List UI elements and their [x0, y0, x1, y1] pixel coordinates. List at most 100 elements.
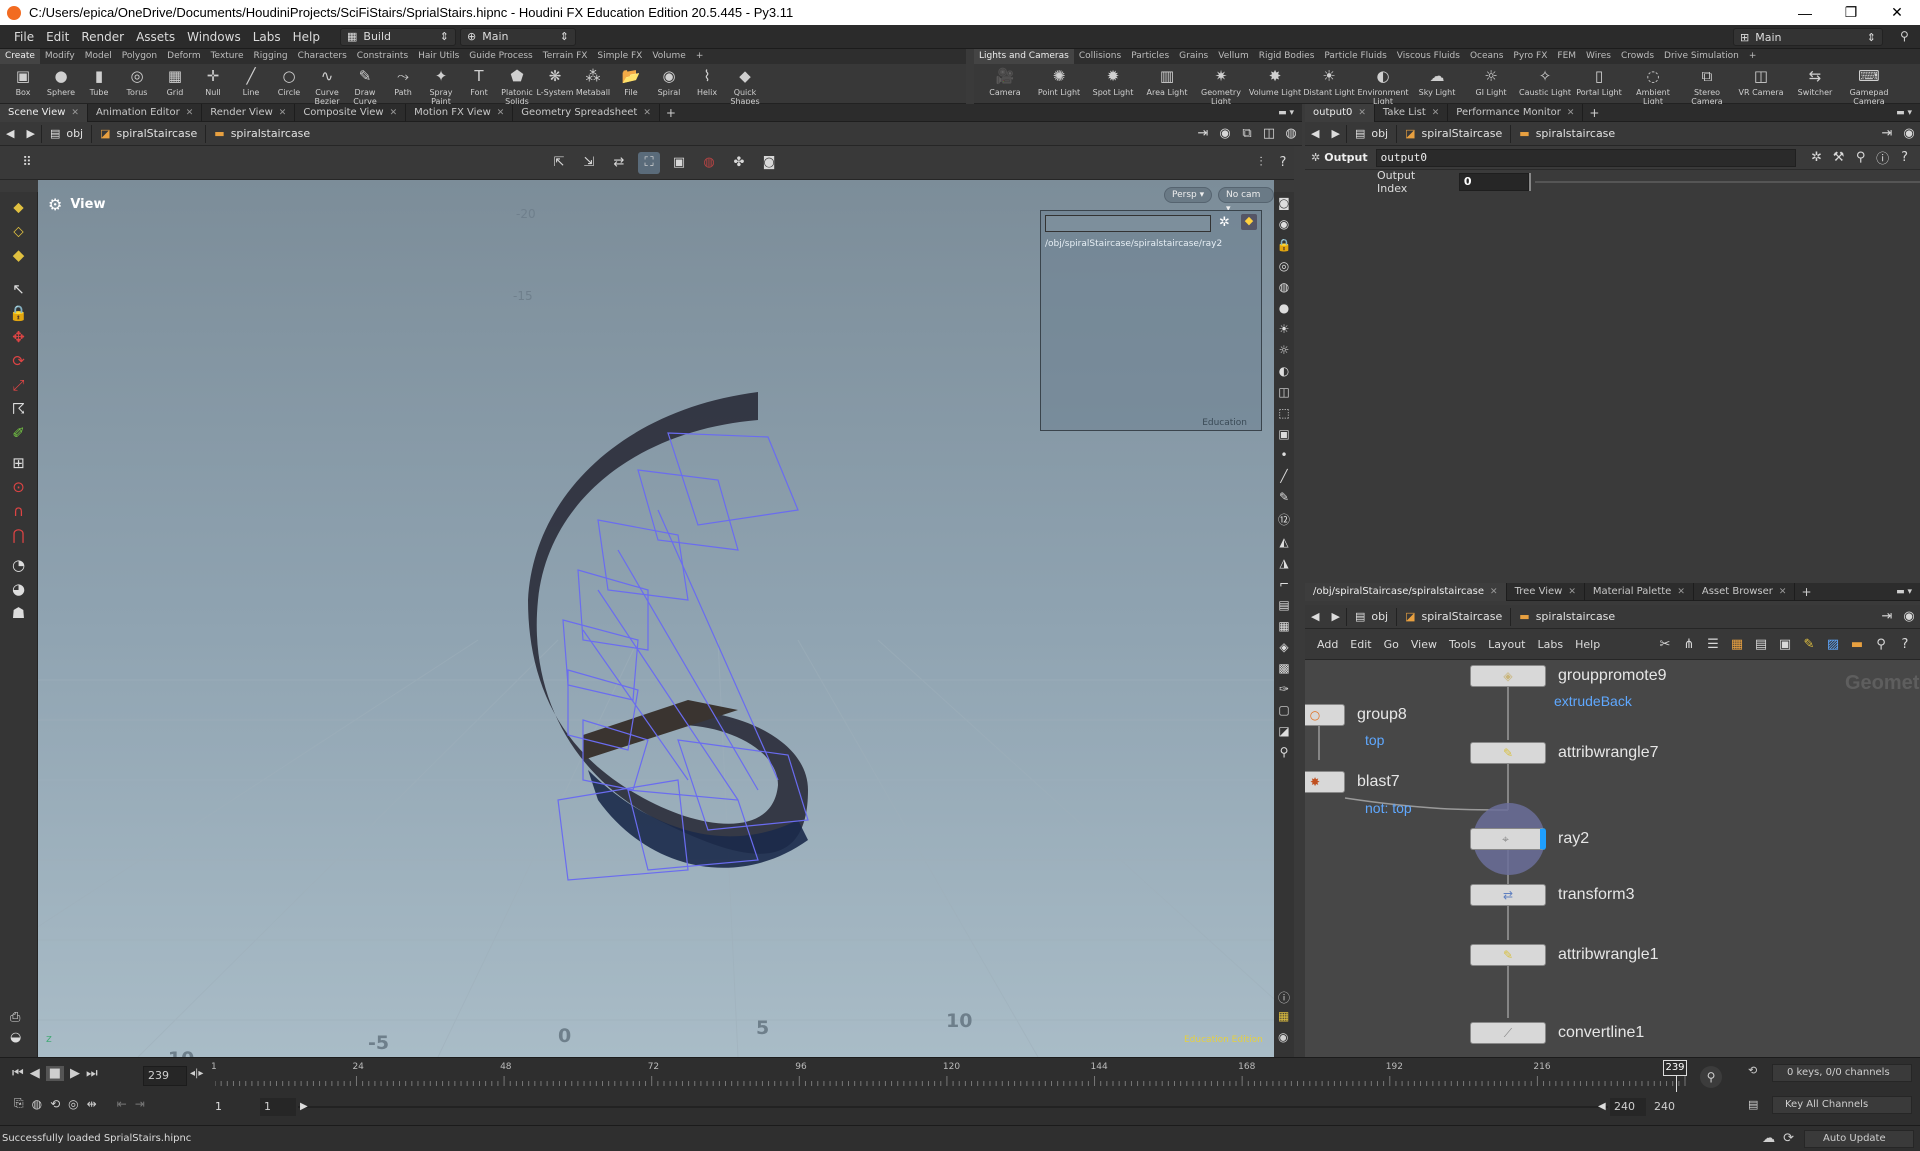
- tool-l-system[interactable]: ❋ L-System: [536, 66, 574, 106]
- camera-menu-icon[interactable]: ⚙: [48, 195, 62, 214]
- refresh-icon[interactable]: ⟳: [1783, 1131, 1794, 1146]
- point-icon[interactable]: •: [1280, 448, 1287, 462]
- cloud-icon[interactable]: ☁: [1762, 1131, 1775, 1146]
- flipbook-icon[interactable]: ⎙: [10, 1010, 20, 1025]
- audio-toggle-icon[interactable]: ◍: [32, 1097, 42, 1111]
- camera-tool-icon[interactable]: ◕: [12, 580, 25, 598]
- brush-icon[interactable]: ✎: [1279, 490, 1289, 504]
- shelf-tab-pyro-fx[interactable]: Pyro FX: [1508, 49, 1552, 64]
- tool-torus[interactable]: ◎ Torus: [118, 66, 156, 106]
- node-convertline1[interactable]: ⟋ convertline1: [1470, 1022, 1644, 1044]
- folder-icon[interactable]: ▬: [1846, 633, 1868, 655]
- net-menu-view[interactable]: View: [1405, 638, 1443, 651]
- add-tab-icon[interactable]: +: [1795, 585, 1817, 599]
- info-icon[interactable]: ⓘ: [1872, 147, 1894, 169]
- close-tab-icon[interactable]: ✕: [71, 104, 79, 122]
- menu-windows[interactable]: Windows: [181, 25, 247, 49]
- image-icon[interactable]: ▨: [1822, 633, 1844, 655]
- gear-icon[interactable]: ✲: [1806, 147, 1828, 169]
- tool-vr-camera[interactable]: ◫ VR Camera: [1734, 66, 1788, 106]
- shelf-tab-drive-simulation[interactable]: Drive Simulation: [1659, 49, 1744, 64]
- pane-menu-icon[interactable]: ▬ ▾: [1896, 108, 1920, 118]
- tool-curve-bezier[interactable]: ∿ Curve Bezier: [308, 66, 346, 106]
- tab-output0[interactable]: output0 ✕: [1305, 103, 1375, 122]
- eye-icon[interactable]: ◉: [1278, 1030, 1288, 1044]
- current-frame-field[interactable]: 239: [143, 1066, 187, 1086]
- snap-curve-icon[interactable]: ∩: [13, 502, 24, 520]
- tool-font[interactable]: T Font: [460, 66, 498, 106]
- node-attribwrangle7[interactable]: ✎ attribwrangle7: [1470, 742, 1659, 764]
- audio-icon[interactable]: ⚲: [1700, 1066, 1722, 1088]
- playhead-marker[interactable]: 239: [1663, 1060, 1687, 1076]
- auto-update-button[interactable]: Auto Update: [1804, 1129, 1914, 1148]
- rotate-tool-icon[interactable]: ⟳: [12, 352, 25, 370]
- close-tab-icon[interactable]: ✕: [1490, 583, 1498, 601]
- tool-file[interactable]: 📂 File: [612, 66, 650, 106]
- back-arrow-icon[interactable]: ◀: [0, 127, 20, 140]
- select-tool-icon[interactable]: ↖: [12, 280, 25, 298]
- snap-grid-icon[interactable]: ⊞: [12, 454, 25, 472]
- search-icon[interactable]: ⚲: [1870, 633, 1892, 655]
- pin-icon[interactable]: ⇥: [1192, 123, 1214, 145]
- shelf-tab-modify[interactable]: Modify: [40, 49, 80, 64]
- maximize-button[interactable]: ❐: [1828, 0, 1874, 25]
- menu-file[interactable]: File: [8, 25, 40, 49]
- node-transform3[interactable]: ⇄ transform3: [1470, 884, 1634, 906]
- shelf-tab-grains[interactable]: Grains: [1174, 49, 1213, 64]
- main-desktop-combo[interactable]: ⊕ Main ⇕: [460, 27, 576, 46]
- tab-render-view[interactable]: Render View ✕: [202, 103, 296, 122]
- tool-metaball[interactable]: ⁂ Metaball: [574, 66, 612, 106]
- realtime-icon[interactable]: ⎘: [14, 1096, 24, 1111]
- key-all-channels-button[interactable]: Key All Channels: [1772, 1096, 1912, 1114]
- display-icon-20[interactable]: ◪: [1278, 724, 1289, 738]
- shelf-tab-hair-utils[interactable]: Hair Utils: [413, 49, 464, 64]
- forward-arrow-icon[interactable]: ▶: [20, 127, 40, 140]
- shelf-tab-terrain-fx[interactable]: Terrain FX: [538, 49, 593, 64]
- display-icon-17[interactable]: ▩: [1278, 661, 1289, 675]
- shelf-tab-constraints[interactable]: Constraints: [352, 49, 413, 64]
- scene-viewport[interactable]: -20 -15 -10-505100 ⚙ View Persp ▾ No cam…: [38, 180, 1274, 1057]
- close-tab-icon[interactable]: ✕: [1358, 104, 1366, 122]
- info-pin-icon[interactable]: ◆: [1241, 214, 1257, 230]
- tool-box[interactable]: ▣ Box: [4, 66, 42, 106]
- search-icon[interactable]: ⚲: [1850, 147, 1872, 169]
- build-desktop-combo[interactable]: ▦ Build ⇕: [340, 27, 456, 46]
- shelf-tab-crowds[interactable]: Crowds: [1616, 49, 1659, 64]
- display-icon-11[interactable]: ◭: [1279, 535, 1288, 549]
- shelf-tab-rigging[interactable]: Rigging: [249, 49, 293, 64]
- tab-take-list[interactable]: Take List ✕: [1375, 103, 1449, 122]
- shelf-tab-model[interactable]: Model: [80, 49, 117, 64]
- tool-quick-shapes[interactable]: ◆ Quick Shapes: [726, 66, 764, 106]
- range-end-icon[interactable]: ⇥: [135, 1097, 145, 1111]
- forward-arrow-icon[interactable]: ▶: [1325, 610, 1345, 623]
- key-mode-icon[interactable]: ▤: [1748, 1098, 1758, 1111]
- net-menu-go[interactable]: Go: [1378, 638, 1405, 651]
- help-icon[interactable]: ?: [1894, 147, 1916, 169]
- crumb-object[interactable]: ◪ spiralStaircase: [1396, 124, 1510, 143]
- display-icon-3[interactable]: 🔒: [1277, 238, 1292, 252]
- jump-start-icon[interactable]: ⏮: [12, 1066, 24, 1081]
- play-icon[interactable]: ▶: [70, 1066, 80, 1081]
- range-end2-field[interactable]: 240: [1650, 1098, 1686, 1116]
- handle-tool-icon[interactable]: ⬦: [13, 222, 24, 240]
- crumb-sop[interactable]: ▬ spiralstaircase: [1510, 124, 1623, 143]
- tab-material-palette[interactable]: Material Palette ✕: [1585, 582, 1694, 601]
- menu-assets[interactable]: Assets: [130, 25, 181, 49]
- info-gear-icon[interactable]: ✲: [1219, 215, 1230, 230]
- jump-end-icon[interactable]: ⏭: [86, 1066, 98, 1081]
- net-menu-layout[interactable]: Layout: [1482, 638, 1531, 651]
- shelf-tab-simple-fx[interactable]: Simple FX: [592, 49, 647, 64]
- close-tab-icon[interactable]: ✕: [390, 104, 398, 122]
- persp-menu[interactable]: Persp ▾: [1164, 187, 1213, 203]
- menu-render[interactable]: Render: [75, 25, 130, 49]
- tab-asset-browser[interactable]: Asset Browser ✕: [1694, 582, 1796, 601]
- display-icon-10[interactable]: ▣: [1278, 427, 1289, 441]
- node-grouppromote9[interactable]: ◈ grouppromote9: [1470, 665, 1667, 687]
- tool-gamepad-camera[interactable]: ⌨ Gamepad Camera: [1842, 66, 1896, 106]
- crumb-sop[interactable]: ▬ spiralstaircase: [205, 124, 318, 143]
- render-tool-icon[interactable]: ☗: [12, 604, 25, 622]
- range-icon[interactable]: ⇹: [87, 1097, 97, 1111]
- light-icon[interactable]: ☀: [1279, 322, 1290, 336]
- magnet-icon[interactable]: ⋂: [12, 526, 24, 544]
- snap-point-icon[interactable]: ⊙: [12, 478, 25, 496]
